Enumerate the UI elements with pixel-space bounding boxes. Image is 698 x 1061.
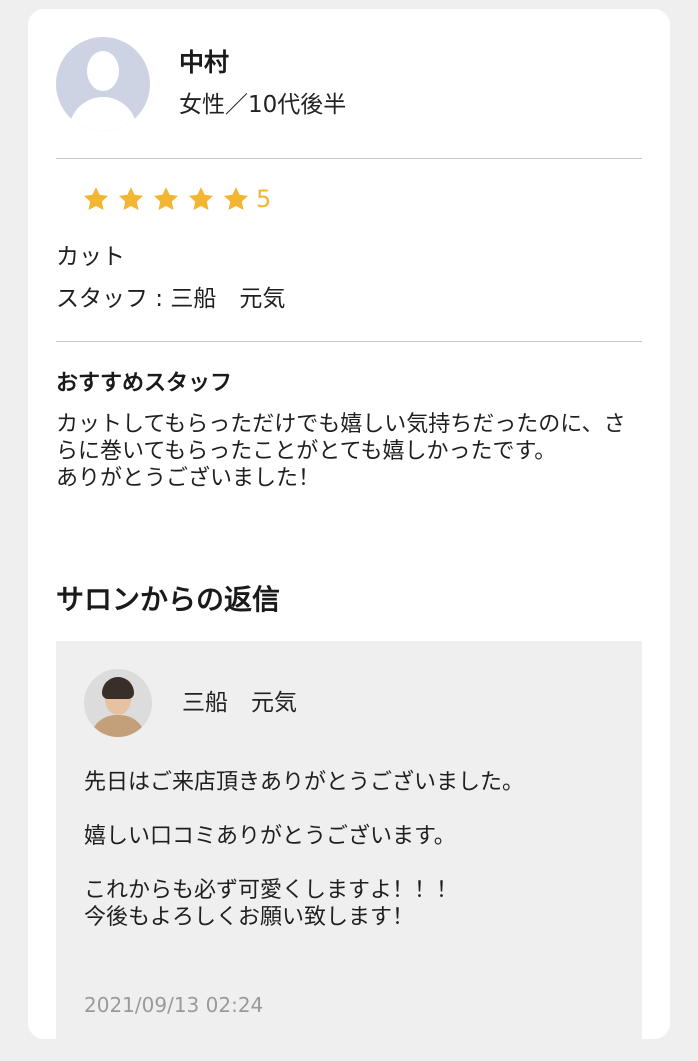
star-icon [152, 185, 180, 213]
menu-name: カット [56, 244, 125, 270]
star-icon [82, 185, 110, 213]
review-card: 中村 女性／10代後半 5 カット スタッフ : 三船 元気 おすすめスタッフ … [28, 9, 670, 1061]
reply-heading: サロンからの返信 [56, 583, 281, 616]
star-icon [222, 185, 250, 213]
star-rating: 5 [82, 185, 271, 213]
staff-line: スタッフ : 三船 元気 [56, 286, 286, 312]
reply-staff: 三船 元気 [84, 669, 297, 737]
reply-staff-name: 三船 元気 [182, 690, 297, 716]
avatar-placeholder-icon [87, 51, 119, 91]
reply-text: 先日はご来店頂きありがとうございました。 嬉しい口コミありがとうございます。 こ… [84, 770, 525, 930]
reviewer-attributes: 女性／10代後半 [179, 92, 347, 118]
recommended-staff-title: おすすめスタッフ [56, 371, 233, 396]
divider [56, 341, 642, 342]
star-icon [187, 185, 215, 213]
star-icon [117, 185, 145, 213]
staff-avatar [84, 669, 152, 737]
rating-value: 5 [256, 185, 272, 213]
salon-reply: 三船 元気 先日はご来店頂きありがとうございました。 嬉しい口コミありがとうござ… [56, 641, 642, 1061]
divider [56, 158, 642, 159]
avatar [56, 37, 150, 131]
reviewer-name: 中村 [179, 48, 230, 77]
reply-date: 2021/09/13 02:24 [84, 993, 264, 1017]
reviewer-header: 中村 女性／10代後半 [56, 37, 346, 131]
review-text: カットしてもらっただけでも嬉しい気持ちだったのに、さらに巻いてもらったことがとて… [56, 412, 626, 491]
